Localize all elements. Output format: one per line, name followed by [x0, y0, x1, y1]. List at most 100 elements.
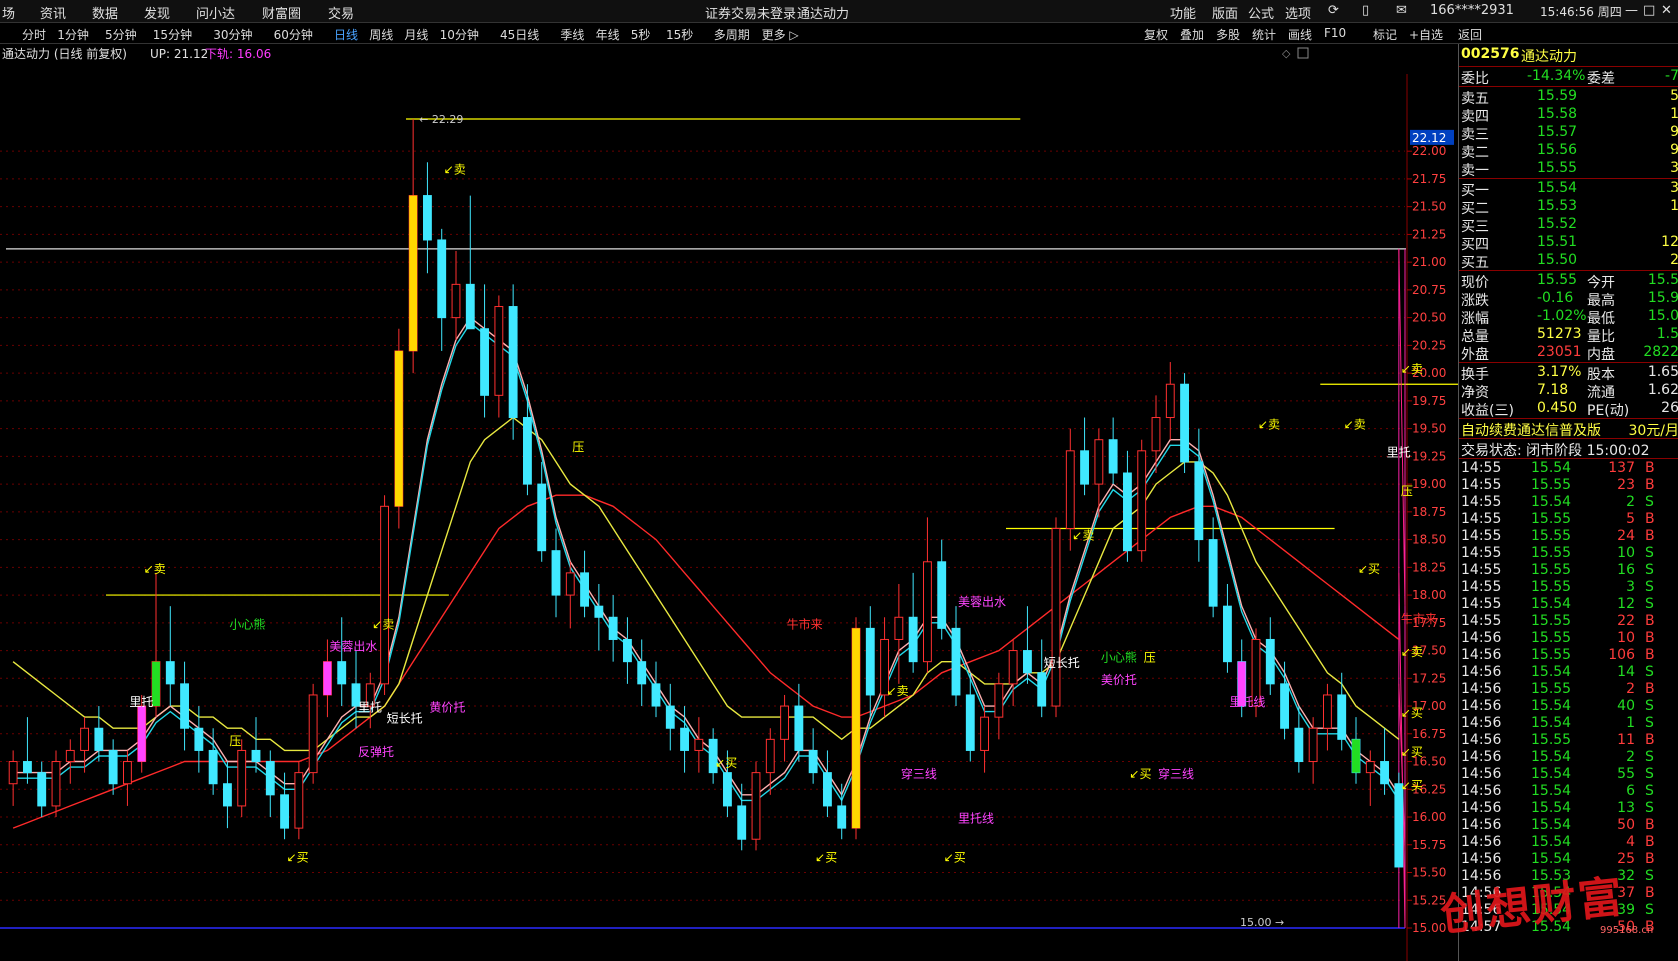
tool-button-6[interactable]: 标记: [1373, 26, 1397, 43]
period-tab-11[interactable]: 季线: [560, 26, 584, 43]
chart-title: 通达动力 (日线 前复权): [2, 46, 127, 61]
ma-yellow-line: [12, 416, 1400, 752]
divider: [1459, 418, 1678, 419]
tick-row: 14:56 15.54 2 S: [1461, 749, 1654, 765]
period-tab-16[interactable]: 更多 ▷: [762, 26, 799, 43]
price-tick-label: 17.25: [1412, 671, 1446, 685]
period-tab-3[interactable]: 15分钟: [153, 26, 192, 43]
candle-body: [823, 772, 832, 807]
stat2-row: 换手 3.17% 股本 1.65: [1461, 364, 1678, 383]
stat-row: 涨跌 -0.16 最高 15.9: [1461, 290, 1678, 309]
menu-right-0[interactable]: 功能: [1170, 3, 1196, 22]
period-tab-2[interactable]: 5分钟: [105, 26, 137, 43]
signal-label: ↙卖: [1258, 418, 1280, 432]
candle-body: [923, 561, 932, 663]
period-tab-9[interactable]: 10分钟: [440, 26, 479, 43]
period-tab-5[interactable]: 60分钟: [274, 26, 313, 43]
tool-button-2[interactable]: 多股: [1216, 26, 1240, 43]
signal-label: ↙买: [815, 850, 837, 864]
tool-button-3[interactable]: 统计: [1252, 26, 1276, 43]
period-tab-15[interactable]: 多周期: [714, 26, 750, 43]
kline-chart[interactable]: 通达动力 (日线 前复权) UP: 21.12下轨: 16.06 22.1222.0…: [0, 44, 1458, 961]
period-tab-1[interactable]: 1分钟: [57, 26, 89, 43]
period-tab-8[interactable]: 月线: [404, 26, 428, 43]
tool-button-8[interactable]: 返回: [1458, 26, 1482, 43]
candle-body: [1151, 417, 1161, 452]
period-tab-13[interactable]: 5秒: [631, 26, 651, 43]
candle-body: [451, 283, 461, 319]
minimize-icon[interactable]: —: [1625, 3, 1638, 18]
menu-item-5[interactable]: 财富圈: [262, 3, 301, 22]
login-status[interactable]: 证券交易未登录: [705, 3, 796, 22]
signal-label: 牛市来: [1401, 611, 1437, 626]
tool-button-0[interactable]: 复权: [1144, 26, 1168, 43]
period-tab-10[interactable]: 45日线: [500, 26, 539, 43]
period-tab-7[interactable]: 周线: [369, 26, 393, 43]
app-name: 通达动力: [797, 7, 850, 22]
signal-label: ↙卖: [372, 617, 394, 631]
candle-body: [1337, 694, 1347, 740]
candle-body: [108, 749, 118, 785]
candle-body: [494, 306, 504, 396]
candle-body: [737, 805, 747, 840]
signal-label: ↙买: [1129, 767, 1151, 781]
tool-button-4[interactable]: 画线: [1288, 26, 1312, 43]
menu-item-4[interactable]: 问小达: [196, 3, 235, 22]
candle-body: [723, 772, 732, 807]
candle-body: [1065, 450, 1075, 529]
candle-body: [1294, 727, 1304, 763]
signal-label: 压: [1401, 484, 1413, 498]
candle-body: [80, 727, 90, 751]
bid-row: 买一 15.54 3: [1461, 180, 1678, 199]
tool-button-1[interactable]: 叠加: [1180, 26, 1204, 43]
candle-body: [1208, 539, 1218, 607]
message-icon[interactable]: ✉: [1396, 3, 1407, 18]
period-tab-12[interactable]: 年线: [596, 26, 620, 43]
candle-body: [51, 761, 61, 807]
candle-body: [294, 772, 304, 829]
menu-right-3[interactable]: 选项: [1285, 3, 1311, 22]
candle-body: [194, 727, 204, 751]
period-tab-14[interactable]: 15秒: [666, 26, 693, 43]
signal-label: 里托: [358, 701, 382, 715]
candle-body: [623, 638, 632, 663]
candle-body: [994, 683, 1004, 718]
menu-item-0[interactable]: 场: [2, 3, 15, 22]
price-tick-label: 22.00: [1412, 144, 1446, 158]
phone-icon[interactable]: ▯: [1362, 3, 1369, 18]
refresh-icon[interactable]: ⟳: [1328, 3, 1339, 18]
candle-body: [1123, 472, 1132, 552]
price-tick-label: 20.75: [1412, 283, 1446, 297]
candle-body: [1265, 638, 1275, 685]
price-tick-label: 15.75: [1412, 838, 1446, 852]
candle-body: [437, 239, 447, 319]
candle-body: [765, 738, 775, 774]
candle-body: [180, 683, 189, 729]
price-tick-label: 21.00: [1412, 255, 1446, 269]
signal-label: 里托线: [958, 812, 994, 826]
maximize-icon[interactable]: □: [1643, 3, 1655, 18]
menu-item-6[interactable]: 交易: [328, 3, 354, 22]
menu-right-2[interactable]: 公式: [1248, 3, 1274, 22]
ask-row: 卖五 15.59 5: [1461, 88, 1678, 107]
candle-body: [1008, 650, 1018, 685]
menu-item-2[interactable]: 数据: [92, 3, 118, 22]
candle-body: [94, 727, 104, 751]
menu-item-3[interactable]: 发现: [144, 3, 170, 22]
tool-button-7[interactable]: +自选: [1409, 26, 1443, 43]
price-tick-label: 18.75: [1412, 505, 1446, 519]
signal-label: 美蓉出水: [958, 595, 1006, 609]
period-tab-6[interactable]: 日线: [334, 26, 358, 43]
signal-bar: [137, 706, 146, 762]
candle-body: [251, 749, 261, 763]
account-id[interactable]: 166****2931: [1430, 3, 1514, 18]
menu-item-1[interactable]: 资讯: [40, 3, 66, 22]
menu-right-1[interactable]: 版面: [1212, 3, 1238, 22]
candle-body: [865, 627, 875, 696]
period-tab-4[interactable]: 30分钟: [213, 26, 252, 43]
ma-cyan-line: [13, 322, 1400, 802]
period-tab-0[interactable]: 分时: [22, 26, 46, 43]
stat-row: 涨幅 -1.02% 最低 15.0: [1461, 308, 1678, 327]
close-icon[interactable]: ✕: [1661, 3, 1672, 18]
tool-button-5[interactable]: F10: [1324, 26, 1346, 40]
